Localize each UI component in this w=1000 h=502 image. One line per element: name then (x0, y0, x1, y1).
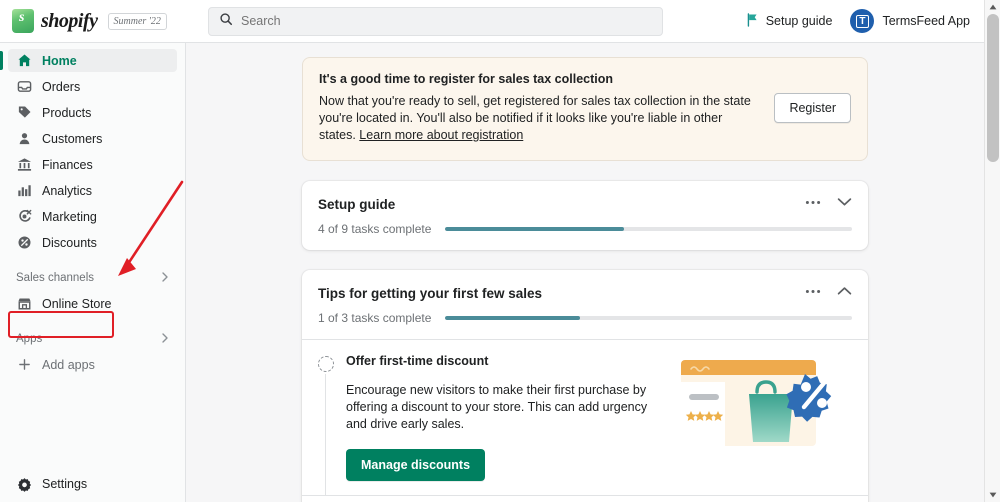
setup-guide-label: Setup guide (765, 14, 833, 28)
chevron-up-icon[interactable] (837, 286, 852, 296)
customers-icon (16, 131, 32, 147)
top-bar: shopify Summer '22 Setup guide (0, 0, 984, 43)
add-apps-button[interactable]: Add apps (0, 353, 185, 376)
chevron-down-icon[interactable] (837, 197, 852, 207)
plus-icon (16, 357, 32, 373)
tips-card-header: Tips for getting your first few sales (318, 286, 852, 301)
register-button[interactable]: Register (774, 93, 851, 123)
sidebar-item-label: Home (42, 53, 77, 68)
top-bar-actions: Setup guide T TermsFeed App (746, 9, 984, 33)
sidebar-item-marketing[interactable]: Marketing (8, 205, 177, 228)
setup-guide-card-actions (805, 197, 852, 207)
browser-scrollbar[interactable] (984, 0, 1000, 502)
setup-guide-progress-label: 4 of 9 tasks complete (318, 222, 432, 236)
setup-guide-card: Setup guide 4 of 9 tasks complete (302, 181, 868, 250)
task-checkbox[interactable] (318, 356, 334, 372)
user-menu[interactable]: T TermsFeed App (850, 9, 970, 33)
products-icon (16, 105, 32, 121)
scrollbar-thumb[interactable] (987, 14, 999, 162)
sidebar-item-label: Marketing (42, 209, 97, 224)
sales-tax-banner: It's a good time to register for sales t… (302, 57, 868, 161)
task-body: Offer first-time discount Encourage new … (346, 354, 665, 481)
sidebar-item-label: Analytics (42, 183, 93, 198)
tips-progress: 1 of 3 tasks complete (318, 311, 852, 325)
setup-guide-progress-fill (445, 227, 625, 231)
task-offer-first-time-discount: Offer first-time discount Encourage new … (318, 340, 852, 495)
sidebar-item-customers[interactable]: Customers (8, 127, 177, 150)
search-box[interactable] (208, 6, 663, 36)
sales-channels-label: Sales channels (16, 272, 94, 284)
setup-guide-title: Setup guide (318, 197, 396, 212)
flag-icon (746, 12, 759, 30)
sidebar-item-analytics[interactable]: Analytics (8, 179, 177, 202)
marketing-icon (16, 209, 32, 225)
learn-more-link[interactable]: Learn more about registration (359, 128, 523, 142)
add-apps-label: Add apps (42, 357, 95, 372)
apps-header[interactable]: Apps (16, 329, 177, 349)
analytics-icon (16, 183, 32, 199)
tips-title: Tips for getting your first few sales (318, 286, 543, 301)
brand-logo[interactable]: shopify Summer '22 (0, 9, 200, 33)
sidebar-item-label: Products (42, 105, 92, 120)
search-icon (219, 12, 233, 31)
chevron-right-icon[interactable] (159, 271, 171, 286)
shopify-bag-icon (12, 9, 34, 33)
gear-icon (16, 476, 32, 492)
banner-body: It's a good time to register for sales t… (319, 72, 760, 144)
avatar-initial: T (855, 14, 869, 28)
tips-card: Tips for getting your first few sales 1 … (302, 270, 868, 502)
sidebar-item-settings[interactable]: Settings (0, 476, 87, 492)
tips-progress-label: 1 of 3 tasks complete (318, 311, 432, 325)
setup-guide-link[interactable]: Setup guide (746, 12, 833, 30)
apps-label: Apps (16, 333, 43, 345)
setup-guide-card-header: Setup guide (318, 197, 852, 212)
setup-guide-progress-track (445, 227, 852, 231)
user-name: TermsFeed App (882, 14, 970, 28)
content-column: It's a good time to register for sales t… (302, 43, 868, 502)
sidebar-nav: Home Orders Products Customers Finances (0, 43, 185, 254)
home-icon (16, 53, 32, 69)
shopify-wordmark: shopify (41, 9, 98, 32)
task-next-partial (318, 496, 852, 502)
task-connector-line (325, 374, 326, 495)
task-description: Encourage new visitors to make their fir… (346, 383, 648, 431)
manage-discounts-button[interactable]: Manage discounts (346, 449, 486, 481)
scroll-down-arrow-icon[interactable] (985, 488, 1000, 502)
sidebar-item-label: Finances (42, 157, 93, 172)
discount-illustration (677, 354, 852, 481)
tips-progress-fill (445, 316, 580, 320)
search-container (208, 6, 663, 36)
avatar: T (850, 9, 875, 33)
sidebar-item-label: Online Store (42, 296, 112, 311)
scroll-up-arrow-icon[interactable] (985, 0, 1000, 14)
main-content: It's a good time to register for sales t… (186, 43, 984, 502)
sidebar-item-products[interactable]: Products (8, 101, 177, 124)
sidebar-item-finances[interactable]: Finances (8, 153, 177, 176)
orders-icon (16, 79, 32, 95)
sidebar-item-home[interactable]: Home (0, 49, 177, 72)
sidebar: Home Orders Products Customers Finances (0, 43, 186, 502)
sidebar-item-label: Discounts (42, 235, 97, 250)
online-store-icon (16, 296, 32, 312)
chevron-right-icon[interactable] (159, 332, 171, 347)
sales-channels-header[interactable]: Sales channels (16, 268, 177, 288)
tips-progress-track (445, 316, 852, 320)
finances-icon (16, 157, 32, 173)
sidebar-item-label: Customers (42, 131, 103, 146)
discounts-icon (16, 235, 32, 251)
settings-label: Settings (42, 477, 88, 491)
banner-title: It's a good time to register for sales t… (319, 72, 614, 86)
sidebar-item-orders[interactable]: Orders (8, 75, 177, 98)
banner-text: Now that you're ready to sell, get regis… (319, 93, 760, 144)
ellipsis-icon[interactable] (805, 200, 821, 205)
tips-card-actions (805, 286, 852, 296)
season-badge: Summer '22 (107, 12, 167, 30)
task-title: Offer first-time discount (346, 354, 489, 368)
sidebar-item-label: Orders (42, 79, 81, 94)
setup-guide-progress: 4 of 9 tasks complete (318, 222, 852, 236)
sidebar-item-online-store[interactable]: Online Store (0, 292, 185, 315)
sidebar-item-discounts[interactable]: Discounts (8, 231, 177, 254)
ellipsis-icon[interactable] (805, 289, 821, 294)
search-input[interactable] (241, 14, 652, 28)
